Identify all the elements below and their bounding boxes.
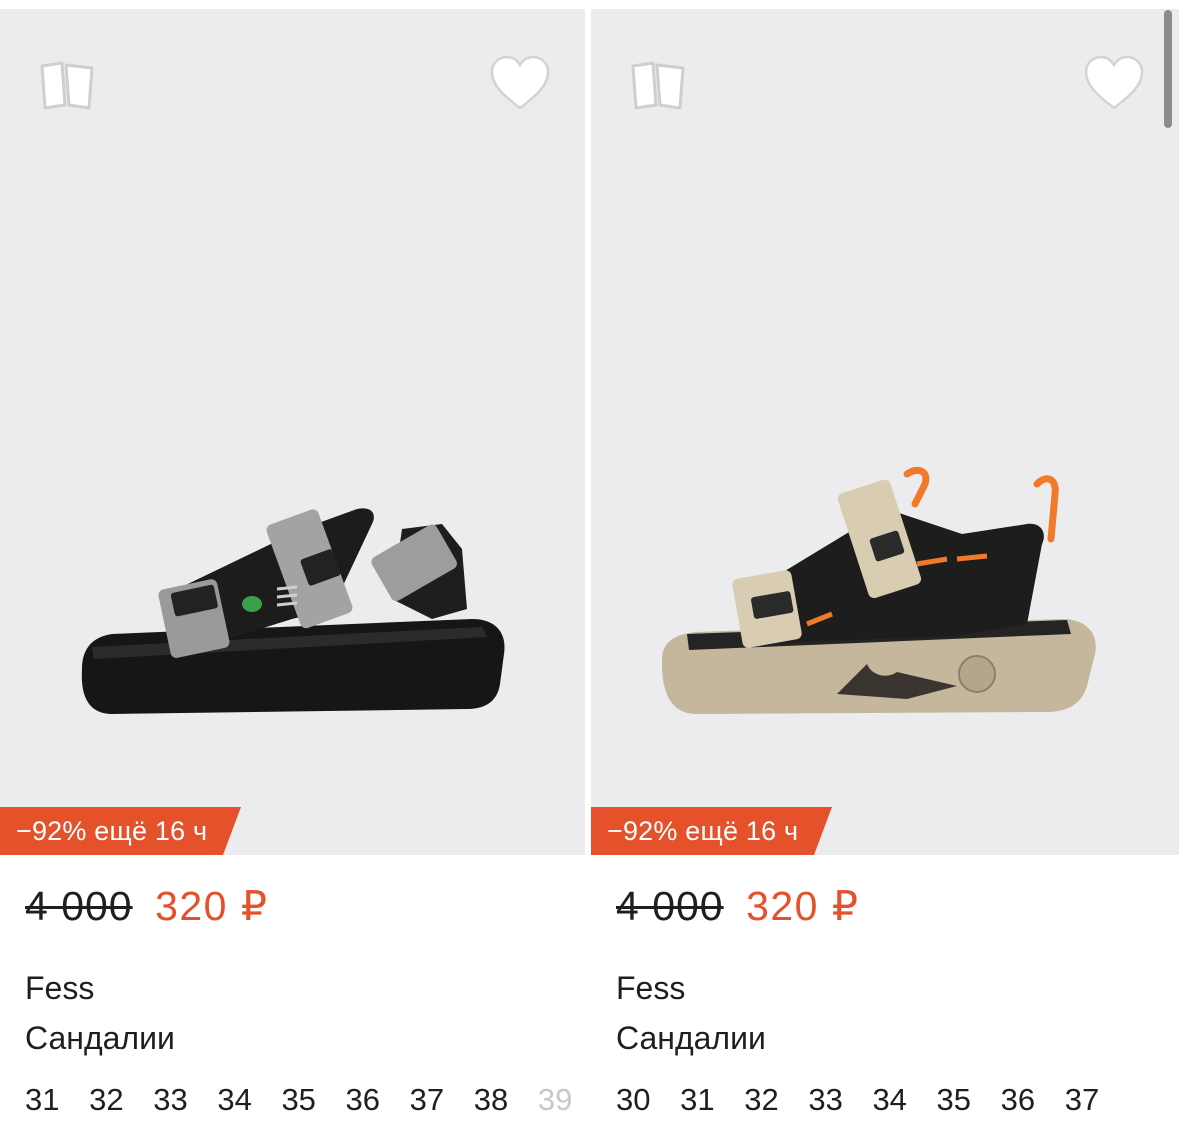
product-card[interactable]: −92% ещё 16 ч 4 000 320 ₽ Fess Сандалии … (0, 0, 585, 1139)
price-block: 4 000 320 ₽ (616, 882, 859, 930)
brand-name: Fess (25, 970, 95, 1006)
old-price: 4 000 (25, 883, 133, 929)
new-price: 320 ₽ (746, 883, 860, 929)
old-price: 4 000 (616, 883, 724, 929)
new-price: 320 ₽ (155, 883, 269, 929)
size-option[interactable]: 34 (217, 1082, 251, 1118)
heart-icon[interactable] (489, 54, 551, 112)
compare-icon[interactable] (629, 58, 687, 114)
size-option[interactable]: 31 (680, 1082, 714, 1118)
size-option[interactable]: 39 (538, 1082, 572, 1118)
product-grid: −92% ещё 16 ч 4 000 320 ₽ Fess Сандалии … (0, 0, 1179, 1139)
size-option[interactable]: 34 (872, 1082, 906, 1118)
size-option[interactable]: 33 (153, 1082, 187, 1118)
size-option[interactable]: 30 (616, 1082, 650, 1118)
size-option[interactable]: 35 (281, 1082, 315, 1118)
size-option[interactable]: 37 (410, 1082, 444, 1118)
discount-badge: −92% ещё 16 ч (0, 807, 242, 855)
product-image-sandal-black (81, 508, 505, 714)
product-title[interactable]: Сандалии (25, 1020, 175, 1057)
price-block: 4 000 320 ₽ (25, 882, 268, 930)
size-option[interactable]: 36 (1001, 1082, 1035, 1118)
size-list: 31 32 33 34 35 36 37 38 39 (25, 1082, 585, 1118)
product-card[interactable]: −92% ещё 16 ч 4 000 320 ₽ Fess Сандалии … (591, 0, 1179, 1139)
size-option[interactable]: 31 (25, 1082, 59, 1118)
product-photo[interactable]: −92% ещё 16 ч (591, 9, 1179, 855)
discount-badge: −92% ещё 16 ч (591, 807, 833, 855)
size-list: 30 31 32 33 34 35 36 37 (616, 1082, 1120, 1118)
size-option[interactable]: 35 (937, 1082, 971, 1118)
size-option[interactable]: 33 (808, 1082, 842, 1118)
product-image-sandal-beige (661, 466, 1096, 714)
scrollbar[interactable] (1164, 10, 1172, 128)
size-option[interactable]: 38 (474, 1082, 508, 1118)
heart-icon[interactable] (1083, 54, 1145, 112)
compare-icon[interactable] (38, 58, 96, 114)
size-option[interactable]: 37 (1065, 1082, 1099, 1118)
product-photo[interactable]: −92% ещё 16 ч (0, 9, 585, 855)
size-option[interactable]: 36 (346, 1082, 380, 1118)
product-title[interactable]: Сандалии (616, 1020, 766, 1057)
size-option[interactable]: 32 (89, 1082, 123, 1118)
brand-name: Fess (616, 970, 686, 1006)
size-option[interactable]: 32 (744, 1082, 778, 1118)
